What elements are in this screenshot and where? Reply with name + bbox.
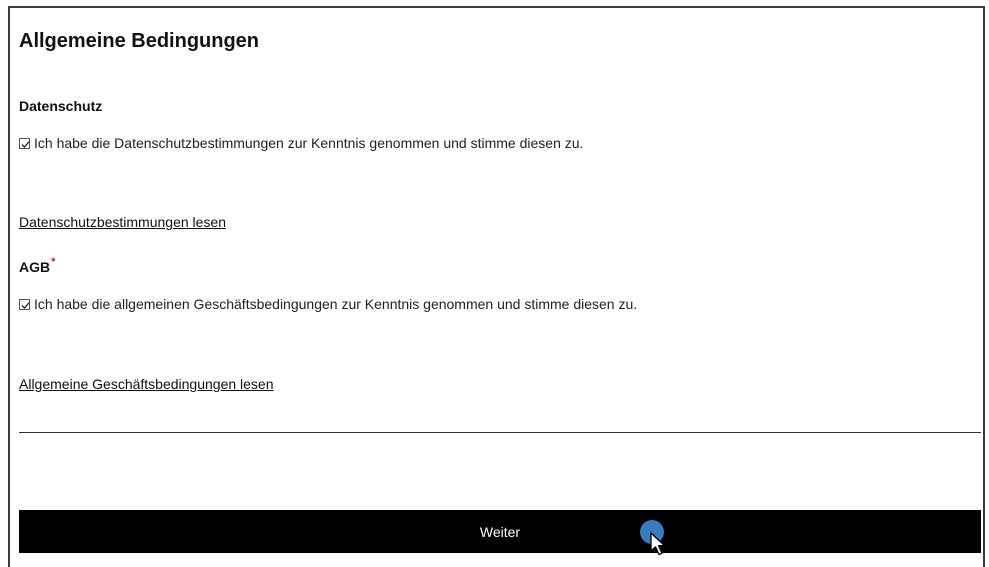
- terms-heading-label: AGB: [19, 259, 51, 275]
- terms-consent-row[interactable]: Ich habe die allgemeinen Geschäftsbeding…: [19, 296, 637, 312]
- checkmark-icon: [21, 301, 30, 309]
- terms-link[interactable]: Allgemeine Geschäftsbedingungen lesen: [19, 376, 274, 392]
- privacy-consent-label: Ich habe die Datenschutzbestimmungen zur…: [34, 135, 584, 151]
- page-frame: [8, 6, 985, 567]
- divider: [19, 432, 981, 433]
- privacy-policy-link[interactable]: Datenschutzbestimmungen lesen: [19, 214, 226, 230]
- privacy-consent-checkbox[interactable]: [19, 137, 30, 149]
- terms-consent-checkbox[interactable]: [19, 298, 30, 310]
- next-button[interactable]: Weiter: [19, 510, 981, 553]
- terms-consent-label: Ich habe die allgemeinen Geschäftsbeding…: [34, 296, 638, 312]
- terms-heading: AGB*: [19, 256, 56, 275]
- checkmark-icon: [21, 140, 30, 148]
- required-marker: *: [51, 256, 56, 268]
- page-title: Allgemeine Bedingungen: [19, 30, 260, 52]
- privacy-consent-row[interactable]: Ich habe die Datenschutzbestimmungen zur…: [19, 135, 583, 151]
- mouse-pointer-icon: [650, 532, 666, 556]
- privacy-heading: Datenschutz: [19, 98, 103, 114]
